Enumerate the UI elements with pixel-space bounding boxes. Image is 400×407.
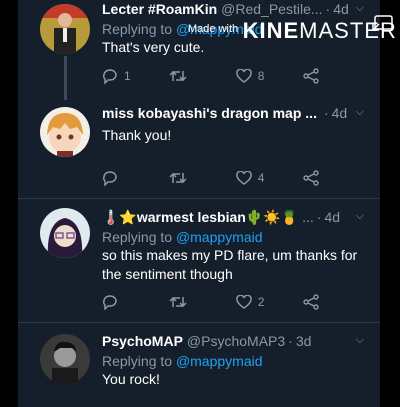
chevron-down-icon[interactable]: ⌵: [356, 106, 364, 119]
like-button[interactable]: 4: [235, 171, 303, 185]
chevron-down-icon[interactable]: ⌵: [356, 2, 364, 15]
reply-icon: [102, 68, 117, 84]
tweet-text: so this makes my PD flare, um thanks for…: [102, 246, 370, 284]
like-button[interactable]: 2: [235, 295, 303, 309]
retweet-button[interactable]: [169, 295, 236, 309]
divider: [18, 322, 380, 323]
reply-button[interactable]: [102, 294, 169, 310]
display-name[interactable]: Lecter #RoamKin: [102, 1, 217, 17]
heart-icon: [235, 69, 252, 83]
share-icon: [302, 68, 319, 84]
chevron-down-icon[interactable]: ⌵: [356, 334, 364, 347]
replying-to: Replying to @mappymaid: [102, 353, 263, 369]
handle[interactable]: ...: [302, 209, 314, 225]
tweet-4[interactable]: PsychoMAP @PsychoMAP3 · 3d ⌵ Replying to…: [102, 332, 370, 389]
watermark: Made with KINEMASTER: [188, 18, 397, 44]
reply-icon: [102, 170, 117, 186]
tweet-header: miss kobayashi's dragon map ... · 4d: [102, 104, 370, 122]
retweet-icon: [169, 70, 187, 82]
retweet-button[interactable]: [169, 171, 236, 185]
retweet-icon: [169, 296, 187, 308]
reply-count: 1: [124, 69, 131, 83]
like-count: 8: [257, 69, 265, 83]
avatar[interactable]: [40, 334, 90, 384]
separator: ·: [316, 209, 322, 225]
share-button[interactable]: [302, 170, 332, 186]
timeline-screen: Lecter #RoamKin @Red_Pestile... · 4d ⌵ R…: [18, 0, 380, 407]
separator: ·: [325, 1, 331, 17]
handle[interactable]: @Red_Pestile...: [221, 1, 322, 17]
tweet-header: 🌡️⭐warmest lesbian🌵☀️🍍 ... · 4d: [102, 208, 370, 226]
tweet-header: Lecter #RoamKin @Red_Pestile... · 4d: [102, 0, 370, 18]
tweet-text-line: so this makes my PD flare, um thanks for: [102, 247, 358, 263]
tweet-3[interactable]: 🌡️⭐warmest lesbian🌵☀️🍍 ... · 4d ⌵ Replyi…: [102, 208, 370, 284]
timestamp[interactable]: 4d: [332, 105, 348, 121]
tweet-text: Thank you!: [102, 127, 172, 143]
tweet-text: You rock!: [102, 371, 160, 387]
avatar[interactable]: [40, 4, 90, 54]
reply-button[interactable]: 1: [102, 68, 169, 84]
display-name[interactable]: miss kobayashi's dragon map ...: [102, 105, 317, 121]
heart-icon: [235, 171, 252, 185]
avatar[interactable]: [40, 107, 90, 157]
separator: ·: [288, 333, 293, 349]
share-icon: [302, 294, 319, 310]
tweet-actions: 4: [102, 168, 332, 188]
tweet-text-line: the sentiment though: [102, 266, 233, 282]
like-count: 2: [257, 295, 265, 309]
share-button[interactable]: [302, 68, 332, 84]
chevron-down-icon[interactable]: ⌵: [356, 210, 364, 223]
reply-icon: [102, 294, 117, 310]
thread-line: [64, 56, 67, 100]
screen-share-icon: [372, 15, 393, 31]
heart-icon: [235, 295, 252, 309]
divider: [18, 198, 380, 199]
share-button[interactable]: [302, 294, 332, 310]
reply-button[interactable]: [102, 170, 169, 186]
display-name[interactable]: 🌡️⭐warmest lesbian🌵☀️🍍: [102, 209, 298, 226]
tweet-actions: 1 8: [102, 66, 332, 86]
display-name[interactable]: PsychoMAP: [102, 333, 183, 349]
tweet-2[interactable]: miss kobayashi's dragon map ... · 4d ⌵ T…: [102, 104, 370, 145]
share-icon: [302, 170, 319, 186]
replying-to: Replying to @mappymaid: [102, 229, 263, 245]
like-button[interactable]: 8: [235, 69, 303, 83]
timestamp[interactable]: 4d: [324, 209, 340, 225]
tweet-actions: 2: [102, 292, 332, 312]
watermark-prefix: Made with: [188, 23, 239, 35]
tweet-header: PsychoMAP @PsychoMAP3 · 3d: [102, 332, 370, 350]
timestamp[interactable]: 3d: [296, 333, 312, 349]
like-count: 4: [257, 171, 265, 185]
retweet-icon: [169, 172, 187, 184]
separator: ·: [323, 105, 329, 121]
timestamp[interactable]: 4d: [333, 1, 349, 17]
handle[interactable]: @PsychoMAP3: [187, 333, 285, 349]
retweet-button[interactable]: [169, 69, 236, 83]
mention-link[interactable]: @mappymaid: [176, 229, 263, 245]
mention-link[interactable]: @mappymaid: [176, 353, 263, 369]
watermark-brand: KINE: [242, 18, 300, 43]
avatar[interactable]: [40, 208, 90, 258]
